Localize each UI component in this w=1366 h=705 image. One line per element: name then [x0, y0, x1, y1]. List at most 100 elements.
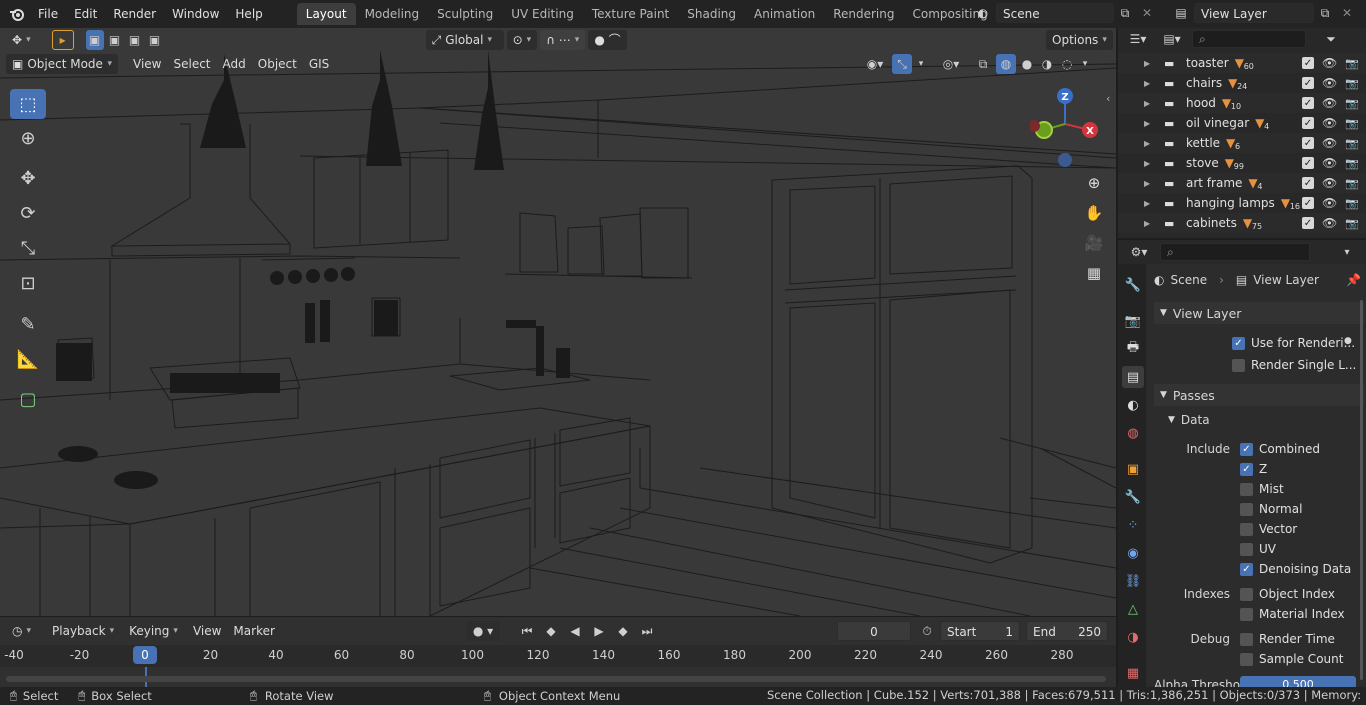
- viewport-menu-gis[interactable]: GIS: [303, 57, 335, 71]
- expand-arrow-icon[interactable]: ▶: [1144, 159, 1156, 168]
- editor-type-dropdown[interactable]: ✥ ▾: [6, 30, 37, 50]
- tool-tab-icon[interactable]: 🔧: [1122, 274, 1144, 296]
- play-reverse-icon[interactable]: ◀: [564, 621, 586, 641]
- view-layer-panel-header[interactable]: ▼ View Layer: [1154, 302, 1364, 324]
- record-icon[interactable]: ● ▾: [466, 621, 500, 641]
- expand-arrow-icon[interactable]: ▶: [1144, 59, 1156, 68]
- delete-scene-icon[interactable]: ✕: [1136, 3, 1158, 23]
- new-view-layer-icon[interactable]: ⧉: [1314, 3, 1336, 23]
- render-camera-icon[interactable]: 📷: [1345, 117, 1359, 130]
- world-tab-icon[interactable]: ◍: [1122, 422, 1144, 444]
- tab-layout[interactable]: Layout: [296, 3, 356, 25]
- next-keyframe-icon[interactable]: ◆: [612, 621, 634, 641]
- scene-selector[interactable]: ◐ Scene ⧉ ✕: [970, 3, 1158, 23]
- scale-tool-icon[interactable]: ⤡: [10, 233, 46, 263]
- perspective-grid-icon[interactable]: ▦: [1081, 260, 1107, 286]
- eye-icon[interactable]: 👁: [1322, 76, 1337, 90]
- rotate-tool-icon[interactable]: ⟳: [10, 198, 46, 228]
- pass-checkbox[interactable]: ✓ Z: [1240, 462, 1267, 476]
- render-camera-icon[interactable]: 📷: [1345, 157, 1359, 170]
- prev-keyframe-icon[interactable]: ◆: [540, 621, 562, 641]
- annotate-tool-icon[interactable]: ✎: [10, 309, 46, 339]
- viewport-menu-select[interactable]: Select: [167, 57, 216, 71]
- filter-icon[interactable]: ⏷: [1320, 29, 1342, 49]
- object-mode-dropdown[interactable]: ▣ Object Mode ▾: [6, 54, 118, 74]
- outliner-item[interactable]: ▶ ▬ cabinets ▼ 75 ✓ 👁 📷: [1118, 213, 1366, 233]
- wireframe-shading-icon[interactable]: ◍: [996, 54, 1016, 74]
- view-layer-name-field[interactable]: View Layer: [1194, 3, 1314, 23]
- properties-scrollbar[interactable]: [1360, 300, 1363, 680]
- render-camera-icon[interactable]: 📷: [1345, 217, 1359, 230]
- material-shading-icon[interactable]: ◑: [1038, 54, 1056, 74]
- use-for-rendering-checkbox[interactable]: ✓ Use for Renderi...: [1232, 336, 1355, 350]
- pass-checkbox[interactable]: Material Index: [1240, 607, 1345, 621]
- delete-view-layer-icon[interactable]: ✕: [1336, 3, 1358, 23]
- eye-icon[interactable]: 👁: [1322, 136, 1337, 150]
- select-tool-icon[interactable]: ▸: [51, 30, 74, 50]
- viewport-menu-view[interactable]: View: [127, 57, 167, 71]
- passes-panel-header[interactable]: ▼ Passes: [1154, 384, 1364, 406]
- overlays-icon[interactable]: ◎▾: [936, 54, 966, 74]
- tab-animation[interactable]: Animation: [745, 3, 824, 25]
- render-camera-icon[interactable]: 📷: [1345, 97, 1359, 110]
- transform-tool-icon[interactable]: ⊡: [10, 268, 46, 298]
- 3d-viewport[interactable]: ✥ ▾ ▸ ▣ ▣ ▣ ▣ ⤢ Global ▾ ⊙ ▾ ∩ ⋯ ▾ ● ⌒ Optio…: [0, 28, 1116, 616]
- object-tab-icon[interactable]: ▣: [1122, 458, 1144, 480]
- menu-file[interactable]: File: [30, 3, 66, 25]
- pass-checkbox[interactable]: ✓ Denoising Data: [1240, 562, 1351, 576]
- render-camera-icon[interactable]: 📷: [1345, 137, 1359, 150]
- outliner-item[interactable]: ▶ ▬ oil vinegar ▼ 4 ✓ 👁 📷: [1118, 113, 1366, 133]
- menu-render[interactable]: Render: [105, 3, 164, 25]
- playback-dropdown[interactable]: Playback ▾: [46, 621, 120, 641]
- exclude-checkbox-icon[interactable]: ✓: [1302, 57, 1314, 69]
- outliner-editor-type-icon[interactable]: ☰▾: [1124, 29, 1152, 49]
- jump-start-icon[interactable]: ⏮: [516, 621, 538, 641]
- camera-view-icon[interactable]: 🎥: [1081, 230, 1107, 256]
- eye-icon[interactable]: 👁: [1322, 156, 1337, 170]
- render-camera-icon[interactable]: 📷: [1345, 197, 1359, 210]
- solid-shading-icon[interactable]: ●: [1018, 54, 1036, 74]
- pin-icon[interactable]: 📌: [1346, 273, 1361, 287]
- animate-property-icon[interactable]: ●: [1344, 336, 1352, 346]
- rendered-shading-icon[interactable]: ◌: [1058, 54, 1076, 74]
- pass-checkbox[interactable]: ✓ Combined: [1240, 442, 1320, 456]
- select-extend-icon[interactable]: ▣: [106, 30, 124, 50]
- particles-tab-icon[interactable]: ⁘: [1122, 514, 1144, 536]
- options-dropdown[interactable]: Options ▾: [1046, 30, 1113, 50]
- display-mode-icon[interactable]: ▤▾: [1158, 29, 1186, 49]
- expand-arrow-icon[interactable]: ▶: [1144, 139, 1156, 148]
- viewport-menu-add[interactable]: Add: [217, 57, 252, 71]
- expand-arrow-icon[interactable]: ▶: [1144, 119, 1156, 128]
- render-tab-icon[interactable]: 📷: [1122, 310, 1144, 332]
- scene-tab-icon[interactable]: ◐: [1122, 394, 1144, 416]
- outliner-search-input[interactable]: ⌕: [1192, 30, 1306, 48]
- eye-icon[interactable]: 👁: [1322, 96, 1337, 110]
- timeline-scrollbar[interactable]: [6, 676, 1106, 682]
- playhead[interactable]: 0: [133, 646, 157, 664]
- end-frame-field[interactable]: End 250: [1026, 621, 1108, 641]
- eye-icon[interactable]: 👁: [1322, 216, 1337, 230]
- properties-options-icon[interactable]: ▾: [1336, 242, 1358, 262]
- render-camera-icon[interactable]: 📷: [1345, 57, 1359, 70]
- eye-icon[interactable]: 👁: [1322, 116, 1337, 130]
- select-subtract-icon[interactable]: ▣: [126, 30, 144, 50]
- measure-tool-icon[interactable]: 📐: [10, 344, 46, 374]
- eye-icon[interactable]: 👁: [1322, 196, 1337, 210]
- gizmo-dropdown-icon[interactable]: ▾: [914, 54, 928, 74]
- outliner-item[interactable]: ▶ ▬ chairs ▼ 24 ✓ 👁 📷: [1118, 73, 1366, 93]
- snap-toggle[interactable]: ∩ ⋯ ▾: [540, 30, 586, 50]
- constraints-tab-icon[interactable]: ⛓: [1122, 570, 1144, 592]
- tab-rendering[interactable]: Rendering: [824, 3, 903, 25]
- exclude-checkbox-icon[interactable]: ✓: [1302, 217, 1314, 229]
- jump-end-icon[interactable]: ⏭: [636, 621, 658, 641]
- tab-uv-editing[interactable]: UV Editing: [502, 3, 583, 25]
- tab-sculpting[interactable]: Sculpting: [428, 3, 502, 25]
- outliner-item[interactable]: ▶ ▬ kettle ▼ 6 ✓ 👁 📷: [1118, 133, 1366, 153]
- move-tool-icon[interactable]: ✥: [10, 163, 46, 193]
- gizmo-toggle-icon[interactable]: ⤡: [892, 54, 912, 74]
- exclude-checkbox-icon[interactable]: ✓: [1302, 117, 1314, 129]
- sidebar-toggle-icon[interactable]: ‹: [1106, 92, 1110, 105]
- modifier-tab-icon[interactable]: 🔧: [1122, 486, 1144, 508]
- outliner-item[interactable]: ▶ ▬ toaster ▼ 60 ✓ 👁 📷: [1118, 53, 1366, 73]
- material-tab-icon[interactable]: ◑: [1122, 626, 1144, 648]
